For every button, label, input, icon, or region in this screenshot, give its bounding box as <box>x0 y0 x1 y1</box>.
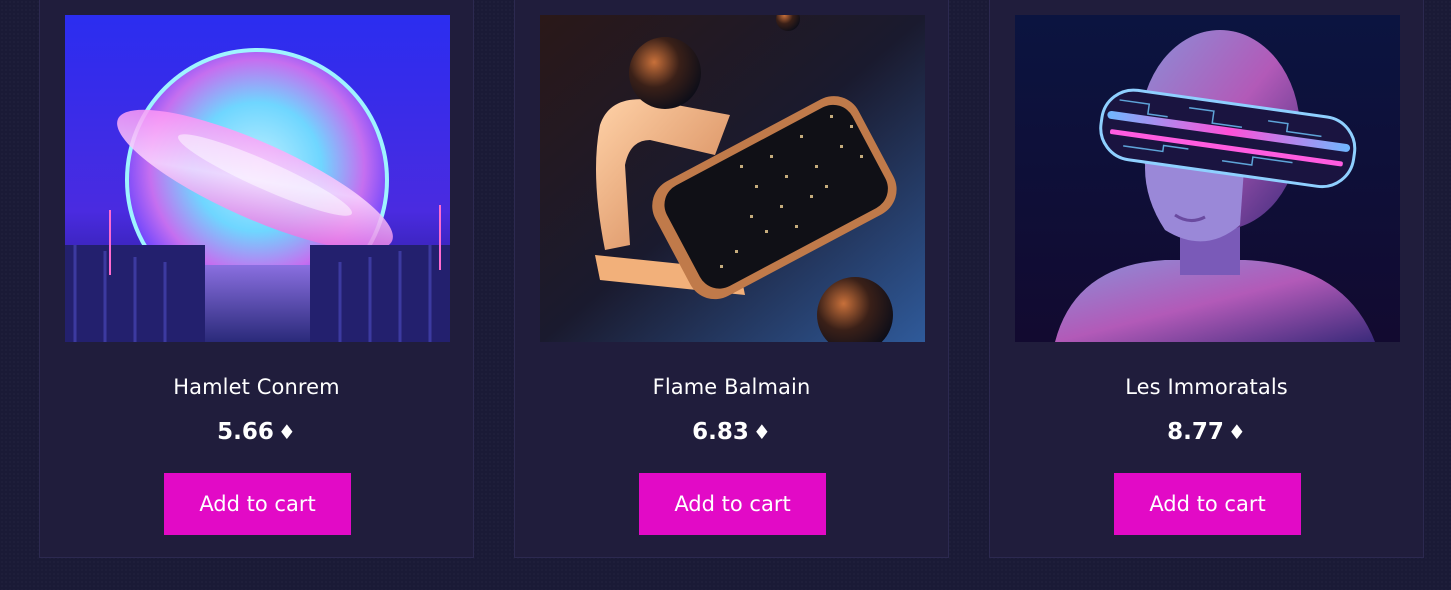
ethereum-diamond-icon: ♦ <box>277 420 296 444</box>
product-title[interactable]: Les Immoratals <box>990 375 1423 399</box>
product-image[interactable] <box>65 15 450 342</box>
product-image[interactable] <box>1015 15 1400 342</box>
product-title[interactable]: Flame Balmain <box>515 375 948 399</box>
product-price: 5.66 ♦ <box>40 419 473 445</box>
price-value: 5.66 <box>217 419 274 445</box>
add-to-cart-button[interactable]: Add to cart <box>1114 473 1301 535</box>
product-price: 8.77 ♦ <box>990 419 1423 445</box>
ethereum-diamond-icon: ♦ <box>752 420 771 444</box>
vr-headset-spheres-image <box>540 15 925 342</box>
add-to-cart-button[interactable]: Add to cart <box>639 473 826 535</box>
ethereum-diamond-icon: ♦ <box>1227 420 1246 444</box>
product-title[interactable]: Hamlet Conrem <box>40 375 473 399</box>
product-card: Flame Balmain 6.83 ♦ Add to cart <box>514 0 949 558</box>
product-price: 6.83 ♦ <box>515 419 948 445</box>
price-value: 8.77 <box>1167 419 1224 445</box>
add-to-cart-button[interactable]: Add to cart <box>164 473 351 535</box>
product-image[interactable] <box>540 15 925 342</box>
price-value: 6.83 <box>692 419 749 445</box>
product-card: Les Immoratals 8.77 ♦ Add to cart <box>989 0 1424 558</box>
neon-visor-bust-image <box>1015 15 1400 342</box>
neon-portal-pier-image <box>65 15 450 342</box>
product-card: Hamlet Conrem 5.66 ♦ Add to cart <box>39 0 474 558</box>
